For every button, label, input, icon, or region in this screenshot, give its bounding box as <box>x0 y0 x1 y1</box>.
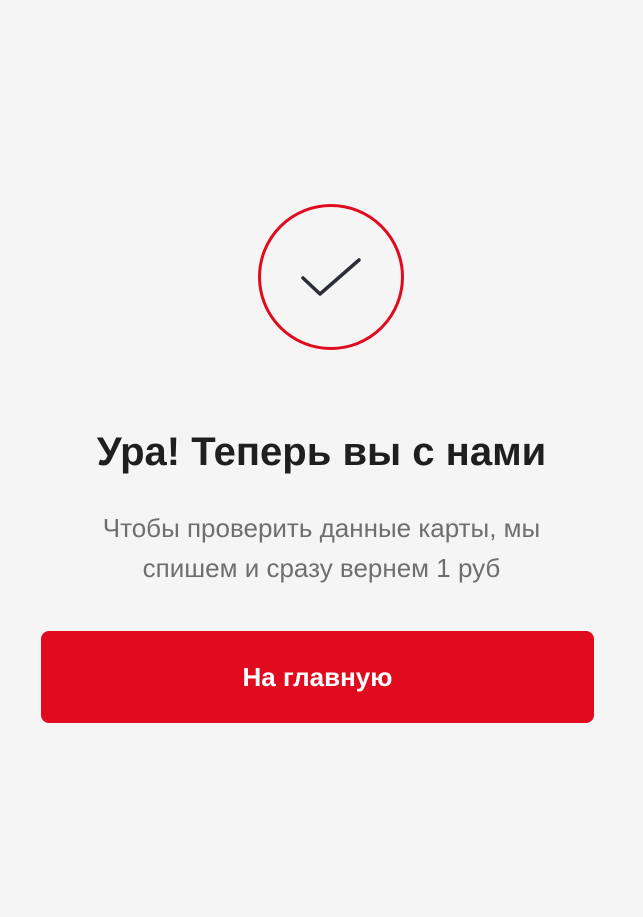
subtitle-line-1: Чтобы проверить данные карты, мы <box>102 513 541 543</box>
home-button[interactable]: На главную <box>41 631 594 723</box>
page-title: Ура! Теперь вы с нами <box>96 430 547 474</box>
subtitle-line-2: спишем и сразу вернем 1 руб <box>142 553 501 583</box>
checkmark-icon <box>301 258 361 296</box>
success-circle <box>258 204 404 350</box>
success-screen: Ура! Теперь вы с нами Чтобы проверить да… <box>0 0 643 917</box>
subtitle-text: Чтобы проверить данные карты, мы спишем … <box>60 508 583 588</box>
